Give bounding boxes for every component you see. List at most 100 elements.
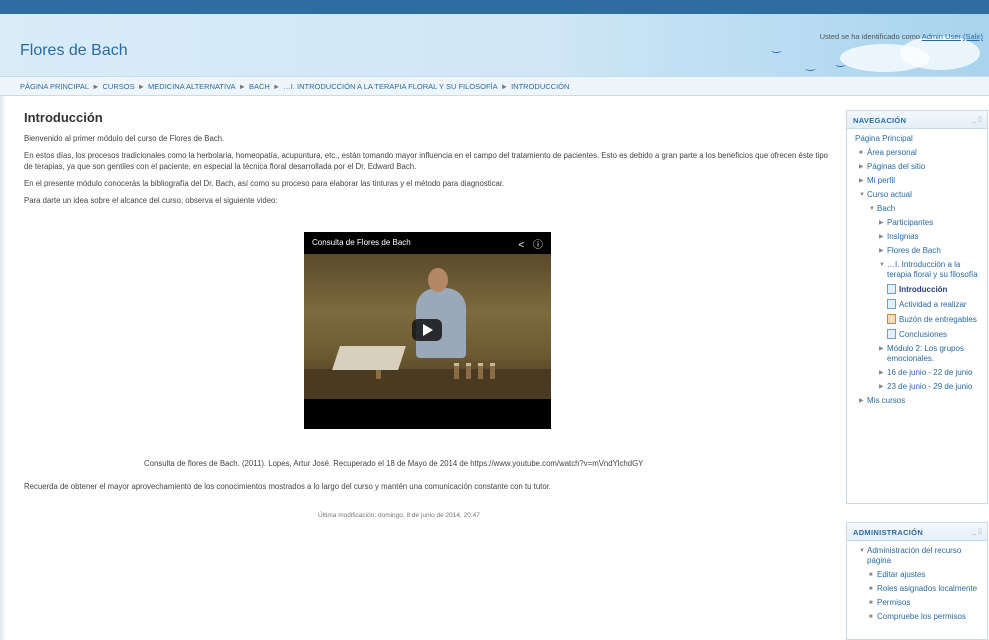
cloud-decoration: [900, 36, 980, 70]
nav-item-week-23[interactable]: ▶ 23 de junio - 29 de junio: [879, 382, 983, 392]
page-icon: [887, 329, 896, 339]
nav-item-participants[interactable]: ▶ Participantes: [879, 218, 983, 228]
navigation-block-body: Página Principal ■ Área personal ▶ Páginas…: [847, 129, 987, 414]
collapse-icon: ▼: [869, 206, 875, 212]
block-controls-icon[interactable]: _ ▯: [972, 527, 982, 535]
nav-item-conclusions[interactable]: Conclusiones: [887, 329, 983, 340]
login-prefix: Usted se ha identificado como: [819, 32, 921, 41]
info-icon[interactable]: ⓘ: [533, 240, 543, 251]
expand-icon: ▶: [879, 248, 884, 254]
expand-icon: ▶: [859, 398, 864, 404]
login-info: Usted se ha identificado como Admin User…: [820, 32, 983, 41]
nav-item-my-courses[interactable]: ▶ Mis cursos: [859, 396, 983, 406]
collapse-icon: ▼: [859, 192, 865, 198]
bird-icon: ‿: [836, 55, 845, 67]
admin-item-edit-settings[interactable]: ■ Editar ajustes: [869, 570, 983, 580]
logout-link[interactable]: (Salir): [963, 32, 983, 41]
nav-item-site-pages[interactable]: ▶ Páginas del sitio: [859, 162, 983, 172]
administration-block-header: ADMINISTRACIÓN _ ▯: [847, 523, 987, 541]
navigation-block-title: NAVEGACIÓN: [853, 116, 907, 125]
breadcrumb-separator-icon: ►: [272, 82, 281, 91]
nav-item-profile[interactable]: ▶ Mi perfil: [859, 176, 983, 186]
admin-item-check-permissions[interactable]: ■ Compruebe los permisos: [869, 612, 983, 622]
bullet-icon: ■: [869, 572, 873, 578]
video-bottle: [454, 363, 459, 379]
nav-item-module-1[interactable]: ▼ …I. Introducción a la terapia floral y …: [879, 260, 983, 280]
admin-item-local-roles[interactable]: ■ Roles asignados localmente: [869, 584, 983, 594]
nav-item-current-course[interactable]: ▼ Curso actual: [859, 190, 983, 200]
expand-icon: ▶: [879, 220, 884, 226]
expand-icon: ▶: [879, 370, 884, 376]
main-content: Introducción Bienvenido al primer módulo…: [24, 110, 832, 212]
video-caption: Consulta de flores de Bach. (2011). Lope…: [144, 459, 644, 468]
navigation-block: NAVEGACIÓN _ ▯ Página Principal ■ Área pe…: [846, 110, 988, 504]
admin-item-resource[interactable]: ▼ Administración del recurso página: [859, 546, 983, 566]
expand-icon: ▶: [879, 346, 884, 352]
bullet-icon: ■: [869, 600, 873, 606]
intro-paragraph: Bienvenido al primer módulo del curso de…: [24, 134, 225, 143]
nav-item-week-16[interactable]: ▶ 16 de junio - 22 de junio: [879, 368, 983, 378]
administration-block: ADMINISTRACIÓN _ ▯ ▼ Administración del r…: [846, 522, 988, 640]
assignment-icon: [887, 299, 896, 309]
video-table: [304, 369, 551, 399]
expand-icon: ▶: [859, 178, 864, 184]
nav-item-module-2[interactable]: ▶ Módulo 2: Los grupos emocionales.: [879, 344, 983, 364]
breadcrumb-separator-icon: ►: [500, 82, 509, 91]
administration-block-body: ▼ Administración del recurso página ■ Edit…: [847, 541, 987, 630]
breadcrumb-separator-icon: ►: [92, 82, 100, 91]
breadcrumb-current[interactable]: INTRODUCCIÓN: [511, 82, 569, 91]
breadcrumb-separator-icon: ►: [238, 82, 246, 91]
site-header: ‿ ‿ ‿ Flores de Bach Usted se ha identif…: [0, 14, 989, 76]
user-link[interactable]: Admin User: [922, 32, 961, 41]
video-intro-paragraph: Para darte un idea sobre el alcance del …: [24, 196, 278, 205]
nav-item-activity[interactable]: Actividad a realizar: [887, 299, 983, 310]
last-modified: Última modificación: domingo, 8 de junio…: [318, 512, 480, 519]
bullet-icon: ■: [859, 150, 863, 156]
admin-item-permissions[interactable]: ■ Permisos: [869, 598, 983, 608]
video-title[interactable]: Consulta de Flores de Bach: [312, 238, 411, 247]
share-icon[interactable]: <: [518, 240, 524, 251]
expand-icon: ▶: [859, 164, 864, 170]
navbar: PÁGINA PRINCIPAL ► CURSOS ► MEDICINA ALTERNA…: [0, 76, 989, 96]
page-title: Introducción: [24, 110, 103, 125]
breadcrumb-courses[interactable]: CURSOS: [103, 82, 135, 91]
video-tray: [332, 346, 406, 370]
navigation-block-header: NAVEGACIÓN _ ▯: [847, 111, 987, 129]
video-person-head: [428, 268, 448, 292]
bird-icon: ‿: [772, 41, 781, 53]
closing-paragraph: Recuerda de obtener el mayor aprovechami…: [24, 482, 552, 491]
video-controls: < ⓘ: [518, 236, 543, 251]
play-icon[interactable]: [412, 319, 442, 341]
nav-item-dropbox[interactable]: Buzón de entregables: [887, 314, 983, 325]
video-bottle: [466, 363, 471, 379]
administration-block-title: ADMINISTRACIÓN: [853, 528, 924, 537]
breadcrumb-category[interactable]: MEDICINA ALTERNATIVA: [148, 82, 236, 91]
nav-item-flores-de-bach[interactable]: ▶ Flores de Bach: [879, 246, 983, 256]
bullet-icon: ■: [869, 586, 873, 592]
video-bottle: [478, 363, 483, 379]
left-strip: [0, 96, 6, 640]
nav-item-badges[interactable]: ▶ Insignias: [879, 232, 983, 242]
bullet-icon: ■: [869, 614, 873, 620]
breadcrumb-section[interactable]: …I. INTRODUCCIÓN A LA TERAPIA FLORAL Y S…: [283, 82, 497, 91]
video-player[interactable]: Consulta de Flores de Bach < ⓘ: [304, 232, 551, 429]
expand-icon: ▶: [879, 234, 884, 240]
video-bottle: [490, 363, 495, 379]
collapse-icon: ▼: [859, 548, 865, 554]
context-paragraph: En estos días, los procesos tradicionale…: [24, 151, 828, 171]
module-paragraph: En el presente módulo conocerás la bibli…: [24, 179, 505, 188]
nav-item-dashboard[interactable]: ■ Área personal: [859, 148, 983, 158]
page-icon: [887, 284, 896, 294]
site-title[interactable]: Flores de Bach: [20, 42, 128, 60]
breadcrumb-home[interactable]: PÁGINA PRINCIPAL: [20, 82, 89, 91]
bird-icon: ‿: [806, 59, 815, 71]
nav-item-introduccion[interactable]: Introducción: [887, 284, 983, 295]
expand-icon: ▶: [879, 384, 884, 390]
dropbox-icon: [887, 314, 896, 324]
collapse-icon: ▼: [879, 262, 885, 268]
breadcrumb-course[interactable]: BACH: [249, 82, 270, 91]
nav-item-home[interactable]: Página Principal: [855, 134, 983, 144]
nav-item-bach[interactable]: ▼ Bach: [869, 204, 983, 214]
block-controls-icon[interactable]: _ ▯: [972, 115, 982, 123]
breadcrumb-separator-icon: ►: [137, 82, 146, 91]
